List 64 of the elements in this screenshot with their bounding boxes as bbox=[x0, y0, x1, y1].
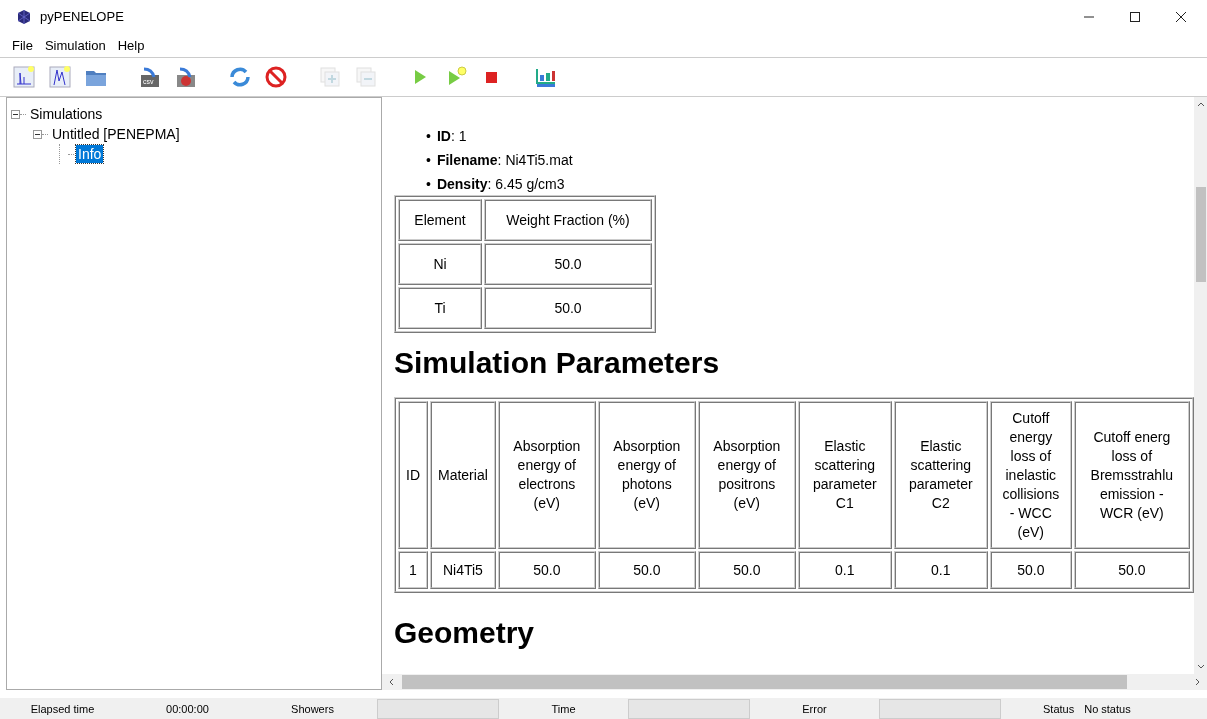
table-header: Cutoff energy loss of inelastic collisions - WCC (eV) bbox=[989, 401, 1072, 549]
table-cell: Ni bbox=[398, 243, 482, 285]
table-cell: 50.0 bbox=[697, 551, 796, 589]
spectrum-icon[interactable] bbox=[12, 65, 36, 89]
status-text: Time bbox=[550, 702, 577, 715]
table-header: Weight Fraction (%) bbox=[484, 199, 652, 241]
scroll-left-icon[interactable] bbox=[388, 678, 396, 686]
table-cell: 1 bbox=[398, 551, 428, 589]
vertical-scrollbar[interactable] bbox=[1194, 97, 1207, 674]
status-value: No status bbox=[1084, 702, 1131, 715]
menu-item[interactable]: Simulation bbox=[40, 35, 110, 55]
table-cell: 50.0 bbox=[484, 243, 652, 285]
scroll-thumb[interactable] bbox=[402, 675, 1127, 689]
section-heading: Geometry bbox=[394, 615, 536, 651]
table-header: Elastic scattering parameter C2 bbox=[893, 401, 988, 549]
window-title: pyPENELOPE bbox=[40, 9, 124, 24]
collapse-toggle-icon[interactable] bbox=[11, 109, 20, 119]
status-text: Elapsed time bbox=[29, 702, 96, 715]
spectrum2-icon[interactable] bbox=[48, 65, 72, 89]
table-cell: 50.0 bbox=[989, 551, 1072, 589]
tree-item[interactable]: Simulations bbox=[28, 105, 105, 123]
table-header: Absorption energy of electrons (eV) bbox=[497, 401, 596, 549]
table-cell: Ti bbox=[398, 287, 482, 329]
horizontal-scrollbar[interactable] bbox=[382, 674, 1207, 690]
table-cell: 50.0 bbox=[1073, 551, 1190, 589]
table-cell: 50.0 bbox=[484, 287, 652, 329]
collapse-toggle-icon[interactable] bbox=[33, 129, 42, 139]
scroll-up-icon[interactable] bbox=[1196, 101, 1205, 109]
scroll-right-icon[interactable] bbox=[1193, 678, 1201, 686]
bullet: • bbox=[426, 175, 431, 193]
stop-sign-icon[interactable] bbox=[264, 65, 288, 89]
table-header: Material bbox=[430, 401, 496, 549]
table-header: Absorption energy of photons (eV) bbox=[597, 401, 696, 549]
close-icon[interactable] bbox=[1175, 10, 1187, 23]
bullet: • bbox=[426, 151, 431, 169]
info-item: Density: 6.45 g/cm3 bbox=[436, 175, 565, 193]
status-text: Error bbox=[801, 702, 828, 715]
table-cell: 0.1 bbox=[797, 551, 892, 589]
status-label: Status bbox=[1043, 702, 1075, 715]
info-item: Filename: Ni4Ti5.mat bbox=[436, 151, 573, 169]
tree-item[interactable]: Untitled [PENEPMA] bbox=[50, 125, 182, 143]
status-text: 00:00:00 bbox=[165, 702, 210, 715]
scroll-down-icon[interactable] bbox=[1196, 662, 1205, 670]
maximize-icon[interactable] bbox=[1129, 10, 1141, 23]
table-cell: Ni4Ti5 bbox=[430, 551, 496, 589]
table-header: Elastic scattering parameter C1 bbox=[797, 401, 892, 549]
section-heading: Simulation Parameters bbox=[394, 345, 721, 381]
scroll-thumb[interactable] bbox=[1195, 187, 1206, 282]
table-header: Element bbox=[398, 199, 482, 241]
status-text: Showers bbox=[290, 702, 335, 715]
table-cell: 0.1 bbox=[893, 551, 988, 589]
info-item: ID: 1 bbox=[436, 127, 467, 145]
table-header: Cutoff energ loss of Bremsstrahlu emission - WCR (eV) bbox=[1073, 401, 1190, 549]
table-cell: 50.0 bbox=[597, 551, 696, 589]
tree-item[interactable]: Info bbox=[76, 145, 104, 163]
menu-item[interactable]: File bbox=[8, 35, 37, 55]
refresh-icon[interactable] bbox=[228, 65, 252, 89]
table-header: ID bbox=[398, 401, 428, 549]
bullet: • bbox=[426, 127, 431, 145]
export-icon[interactable] bbox=[174, 65, 198, 89]
menu-item[interactable]: Help bbox=[113, 35, 149, 55]
table-header: Absorption energy of positrons (eV) bbox=[697, 401, 796, 549]
table-cell: 50.0 bbox=[497, 551, 596, 589]
app-logo-icon bbox=[16, 8, 32, 25]
